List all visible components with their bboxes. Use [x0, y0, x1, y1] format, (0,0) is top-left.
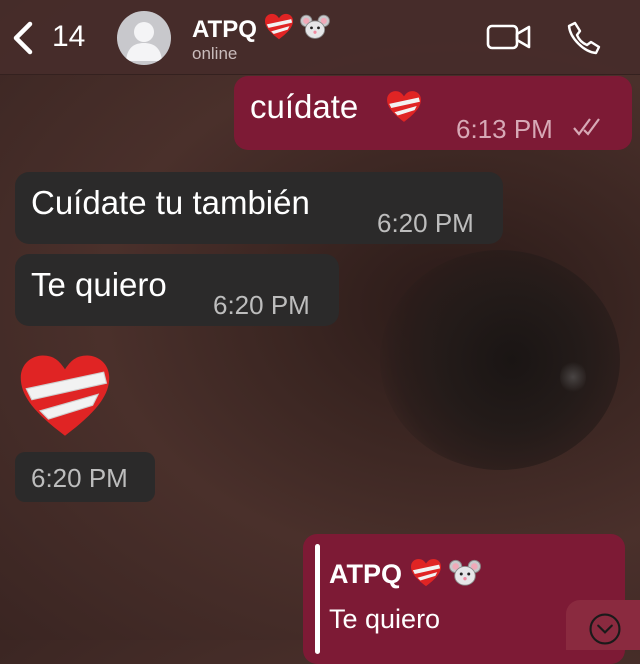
- reply-quote-bar: [315, 544, 320, 654]
- chevron-left-icon[interactable]: [8, 20, 38, 56]
- video-call-icon[interactable]: [486, 22, 532, 52]
- reply-text: Te quiero: [329, 604, 441, 634]
- message-time: 6:20 PM: [377, 208, 474, 238]
- message-time: 6:20 PM: [213, 290, 310, 320]
- message-bubble-incoming[interactable]: Te quiero 6:20 PM: [15, 254, 339, 326]
- avatar-placeholder-icon: [126, 22, 162, 61]
- message-bubble-incoming[interactable]: Cuídate tu también 6:20 PM: [15, 172, 503, 244]
- chat-header: 14 ATPQ online: [0, 0, 640, 75]
- reply-author: ATPQ: [329, 558, 481, 590]
- mended-heart-emoji: [410, 558, 441, 587]
- message-text: cuídate: [250, 88, 359, 125]
- mouse-face-emoji: [300, 14, 331, 39]
- contact-name[interactable]: ATPQ: [192, 13, 331, 44]
- scroll-down-button[interactable]: [566, 600, 640, 650]
- phone-icon[interactable]: [566, 20, 602, 56]
- mended-heart-emoji[interactable]: [18, 352, 112, 442]
- mended-heart-emoji: [387, 91, 421, 122]
- message-text: Te quiero: [31, 266, 167, 303]
- message-time: 6:20 PM: [31, 463, 128, 493]
- message-bubble-outgoing[interactable]: cuídate 6:13 PM: [234, 76, 632, 150]
- mouse-face-emoji: [449, 559, 481, 586]
- wallpaper-glint: [560, 360, 586, 394]
- double-check-icon: [573, 118, 600, 136]
- mended-heart-emoji: [264, 13, 293, 40]
- message-text: Cuídate tu también: [31, 184, 310, 221]
- message-time-pill: 6:20 PM: [15, 452, 155, 502]
- wallpaper-eye: [380, 250, 620, 470]
- chevron-down-icon: [589, 613, 621, 645]
- avatar[interactable]: [117, 11, 171, 65]
- contact-status: online: [192, 44, 238, 63]
- message-time: 6:13 PM: [456, 114, 553, 144]
- unread-count[interactable]: 14: [52, 20, 85, 54]
